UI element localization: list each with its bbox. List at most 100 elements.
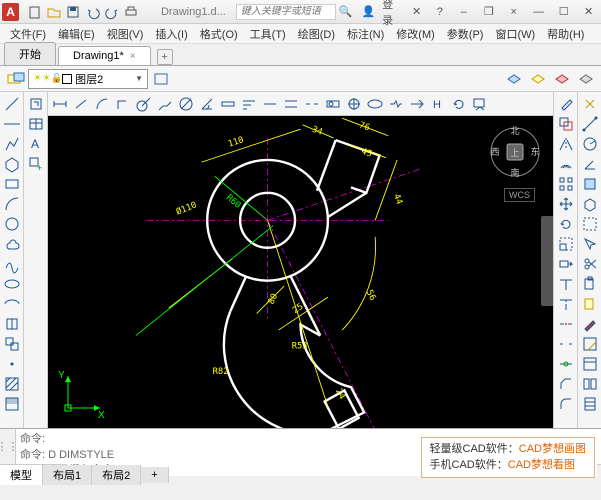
dim-tedit-icon[interactable]: H bbox=[428, 94, 448, 113]
explode-tool-icon[interactable] bbox=[580, 94, 600, 113]
undo-icon[interactable] bbox=[84, 3, 101, 21]
layer-iso-icon[interactable] bbox=[503, 68, 525, 90]
layer-states-icon[interactable] bbox=[150, 68, 172, 90]
addselected-icon[interactable]: + bbox=[26, 154, 46, 173]
insert-block-icon[interactable] bbox=[2, 314, 22, 333]
tab-add-button[interactable]: + bbox=[157, 49, 173, 65]
print-icon[interactable] bbox=[123, 3, 140, 21]
trim-tool-icon[interactable] bbox=[556, 274, 576, 293]
circle-tool-icon[interactable] bbox=[2, 214, 22, 233]
dim-ordinate-icon[interactable] bbox=[113, 94, 133, 113]
redo-icon[interactable] bbox=[103, 3, 120, 21]
layer-off-icon[interactable] bbox=[551, 68, 573, 90]
layer-dropdown[interactable]: ☀ ☀ 🔓 图层2 ▼ bbox=[28, 69, 148, 89]
measure-angle-icon[interactable] bbox=[580, 154, 600, 173]
inner-restore-button[interactable]: ❐ bbox=[478, 3, 499, 21]
center-mark-icon[interactable] bbox=[344, 94, 364, 113]
app-icon[interactable]: A bbox=[2, 3, 19, 21]
polygon-tool-icon[interactable] bbox=[2, 154, 22, 173]
menu-modify[interactable]: 修改(M) bbox=[390, 24, 441, 44]
match-prop-icon[interactable] bbox=[580, 314, 600, 333]
dim-radius-icon[interactable] bbox=[134, 94, 154, 113]
inner-minimize-button[interactable]: – bbox=[453, 3, 474, 21]
copy-tool-icon[interactable] bbox=[556, 114, 576, 133]
exchange-icon[interactable]: ✕ bbox=[408, 3, 425, 21]
menu-view[interactable]: 视图(V) bbox=[101, 24, 150, 44]
layer-properties-icon[interactable] bbox=[4, 68, 26, 90]
tab-layout1[interactable]: 布局1 bbox=[43, 465, 92, 485]
mirror-tool-icon[interactable] bbox=[556, 134, 576, 153]
dim-edit-icon[interactable] bbox=[407, 94, 427, 113]
help-icon[interactable]: ? bbox=[431, 3, 448, 21]
region-tool-icon[interactable] bbox=[26, 94, 46, 113]
dim-angular-icon[interactable] bbox=[197, 94, 217, 113]
make-block-icon[interactable] bbox=[2, 334, 22, 353]
open-icon[interactable] bbox=[46, 3, 63, 21]
dim-quick-icon[interactable] bbox=[218, 94, 238, 113]
menu-window[interactable]: 窗口(W) bbox=[489, 24, 541, 44]
select-all-icon[interactable] bbox=[580, 214, 600, 233]
menu-edit[interactable]: 编辑(E) bbox=[52, 24, 101, 44]
tab-model[interactable]: 模型 bbox=[0, 465, 43, 485]
dim-arc-icon[interactable] bbox=[92, 94, 112, 113]
measure-radius-icon[interactable] bbox=[580, 134, 600, 153]
dim-update-icon[interactable] bbox=[449, 94, 469, 113]
jog-line-icon[interactable] bbox=[386, 94, 406, 113]
hatch-tool-icon[interactable] bbox=[2, 374, 22, 393]
tab-layout-add[interactable]: + bbox=[141, 467, 168, 483]
drawing-canvas[interactable]: 110 34 76 45 44 Ø110 R60 80 25 56 R53 R8… bbox=[48, 116, 553, 428]
move-tool-icon[interactable] bbox=[556, 194, 576, 213]
menu-format[interactable]: 格式(O) bbox=[194, 24, 244, 44]
break-tool-icon[interactable] bbox=[556, 334, 576, 353]
menu-draw[interactable]: 绘图(D) bbox=[292, 24, 341, 44]
block-editor-icon[interactable] bbox=[580, 334, 600, 353]
line-tool-icon[interactable] bbox=[2, 94, 22, 113]
inner-close-button[interactable]: × bbox=[503, 3, 524, 21]
offset-tool-icon[interactable] bbox=[556, 154, 576, 173]
menu-help[interactable]: 帮助(H) bbox=[541, 24, 590, 44]
minimize-button[interactable]: — bbox=[528, 3, 549, 21]
point-tool-icon[interactable] bbox=[2, 354, 22, 373]
dim-space-icon[interactable] bbox=[281, 94, 301, 113]
save-icon[interactable] bbox=[65, 3, 82, 21]
close-button[interactable]: ✕ bbox=[578, 3, 599, 21]
dim-baseline-icon[interactable] bbox=[239, 94, 259, 113]
copy-clip-icon[interactable] bbox=[580, 274, 600, 293]
table-tool-icon[interactable] bbox=[26, 114, 46, 133]
ellipse-tool-icon[interactable] bbox=[2, 274, 22, 293]
user-icon[interactable]: 👤 bbox=[360, 3, 377, 21]
mtext-tool-icon[interactable]: A bbox=[26, 134, 46, 153]
ellipse-arc-tool-icon[interactable] bbox=[2, 294, 22, 313]
measure-volume-icon[interactable] bbox=[580, 194, 600, 213]
dim-diameter-icon[interactable] bbox=[176, 94, 196, 113]
maximize-button[interactable]: ☐ bbox=[553, 3, 574, 21]
measure-area-icon[interactable] bbox=[580, 174, 600, 193]
wcs-label[interactable]: WCS bbox=[504, 188, 535, 202]
paste-clip-icon[interactable] bbox=[580, 294, 600, 313]
menu-parametric[interactable]: 参数(P) bbox=[441, 24, 490, 44]
menu-file[interactable]: 文件(F) bbox=[4, 24, 52, 44]
view-compass[interactable]: 北 南 西 东 上 bbox=[487, 124, 543, 180]
fillet-tool-icon[interactable] bbox=[556, 394, 576, 413]
construction-line-icon[interactable] bbox=[2, 114, 22, 133]
chamfer-tool-icon[interactable] bbox=[556, 374, 576, 393]
stretch-tool-icon[interactable] bbox=[556, 254, 576, 273]
tolerance-icon[interactable] bbox=[323, 94, 343, 113]
layer-lock-icon[interactable] bbox=[575, 68, 597, 90]
tab-drawing1[interactable]: Drawing1*× bbox=[58, 46, 151, 65]
cut-clip-icon[interactable] bbox=[580, 254, 600, 273]
design-center-icon[interactable] bbox=[580, 374, 600, 393]
erase-tool-icon[interactable] bbox=[556, 94, 576, 113]
revcloud-tool-icon[interactable] bbox=[2, 234, 22, 253]
menu-insert[interactable]: 插入(I) bbox=[149, 24, 193, 44]
array-tool-icon[interactable] bbox=[556, 174, 576, 193]
menu-tools[interactable]: 工具(T) bbox=[244, 24, 292, 44]
rectangle-tool-icon[interactable] bbox=[2, 174, 22, 193]
dim-aligned-icon[interactable] bbox=[71, 94, 91, 113]
tab-start[interactable]: 开始 bbox=[4, 42, 56, 65]
dim-break-icon[interactable] bbox=[302, 94, 322, 113]
dim-jogged-icon[interactable] bbox=[155, 94, 175, 113]
gradient-tool-icon[interactable] bbox=[2, 394, 22, 413]
dim-continue-icon[interactable] bbox=[260, 94, 280, 113]
layer-freeze-icon[interactable] bbox=[527, 68, 549, 90]
